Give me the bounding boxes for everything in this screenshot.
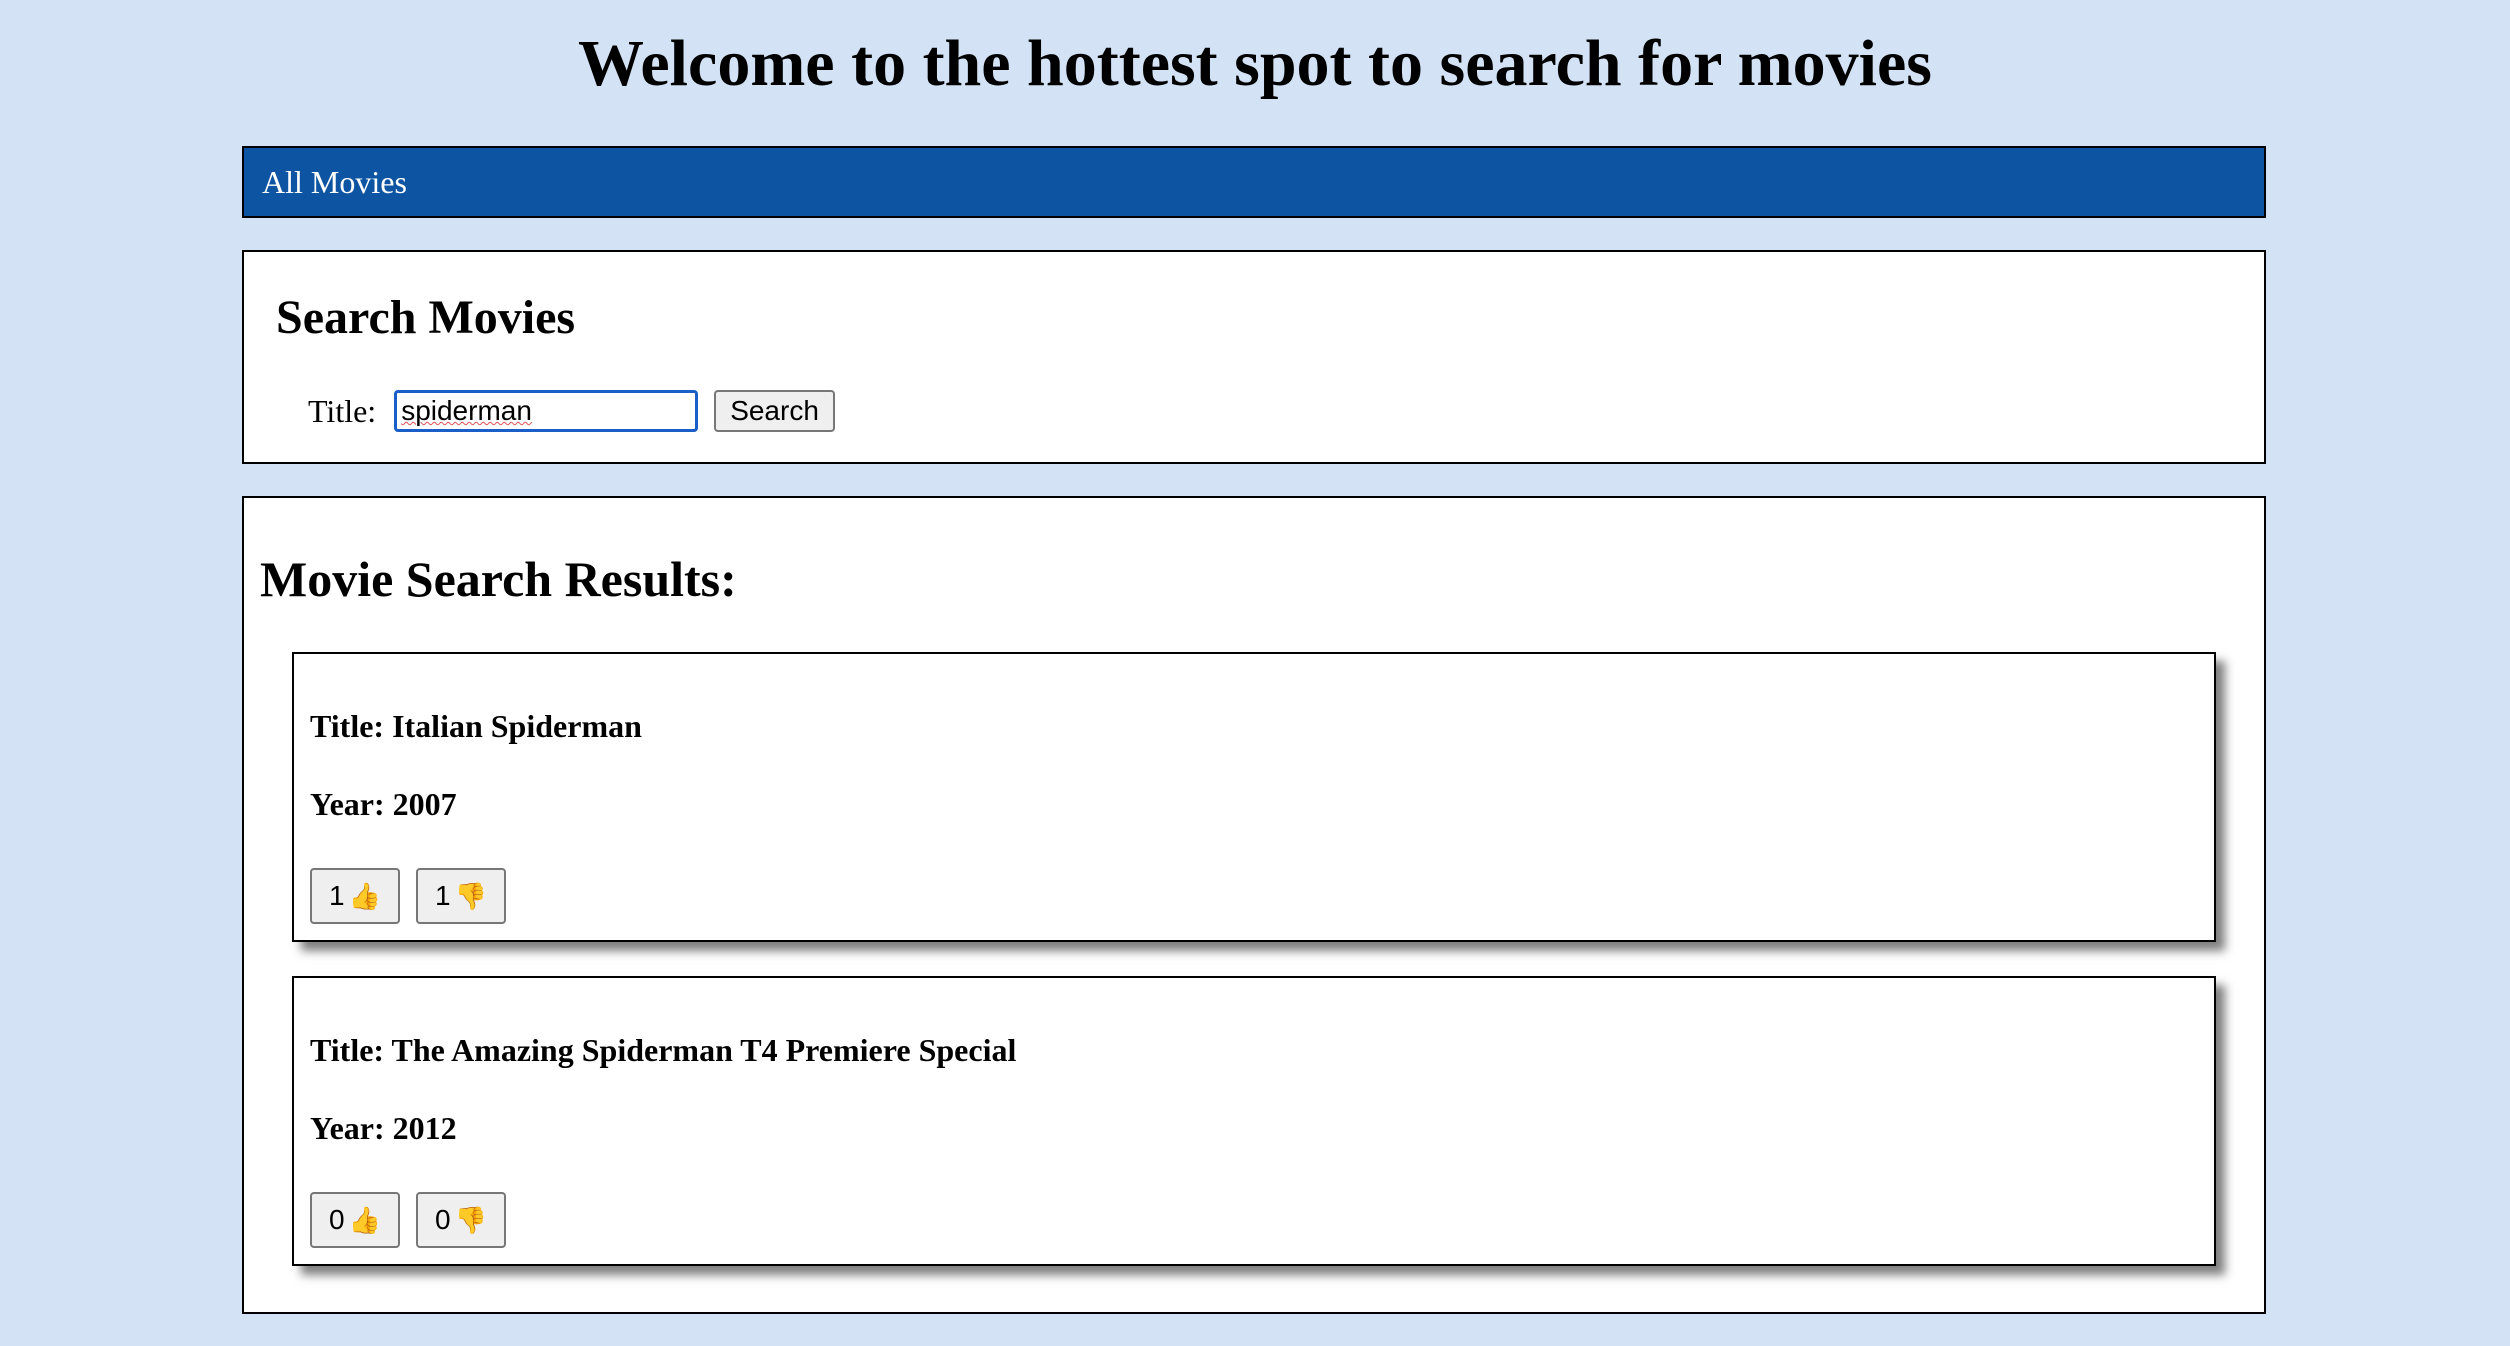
search-button[interactable]: Search — [714, 390, 835, 432]
search-form: Title: Search — [308, 390, 835, 432]
vote-buttons: 1 👍 1 👎 — [310, 868, 522, 924]
results-heading: Movie Search Results: — [260, 551, 737, 607]
thumbs-up-icon: 👍 — [348, 880, 381, 911]
top-nav-bar: All Movies — [242, 146, 2266, 218]
like-button[interactable]: 1 👍 — [310, 868, 400, 924]
title-label: Title: — [308, 392, 377, 429]
page-title: Welcome to the hottest spot to search fo… — [578, 27, 1932, 100]
movie-card: Title: Italian Spiderman Year: 2007 1 👍 … — [292, 652, 2216, 942]
movie-year: Year: 2012 — [310, 1110, 457, 1146]
search-heading: Search Movies — [276, 291, 576, 344]
results-panel: Movie Search Results: Title: Italian Spi… — [242, 496, 2266, 1314]
dislike-count: 1 — [435, 880, 451, 911]
thumbs-up-icon: 👍 — [348, 1204, 381, 1235]
all-movies-link[interactable]: All Movies — [262, 164, 407, 201]
title-search-input[interactable] — [394, 390, 699, 432]
movie-title: Title: The Amazing Spiderman T4 Premiere… — [310, 1032, 1017, 1068]
movie-title: Title: Italian Spiderman — [310, 708, 642, 744]
movie-card: Title: The Amazing Spiderman T4 Premiere… — [292, 976, 2216, 1266]
dislike-count: 0 — [435, 1204, 451, 1235]
thumbs-down-icon: 👎 — [454, 880, 487, 911]
dislike-button[interactable]: 1 👎 — [416, 868, 506, 924]
like-count: 0 — [329, 1204, 345, 1235]
vote-buttons: 0 👍 0 👎 — [310, 1192, 522, 1248]
like-button[interactable]: 0 👍 — [310, 1192, 400, 1248]
thumbs-down-icon: 👎 — [454, 1204, 487, 1235]
search-panel: Search Movies Title: Search — [242, 250, 2266, 464]
movie-year: Year: 2007 — [310, 786, 457, 822]
dislike-button[interactable]: 0 👎 — [416, 1192, 506, 1248]
like-count: 1 — [329, 880, 345, 911]
